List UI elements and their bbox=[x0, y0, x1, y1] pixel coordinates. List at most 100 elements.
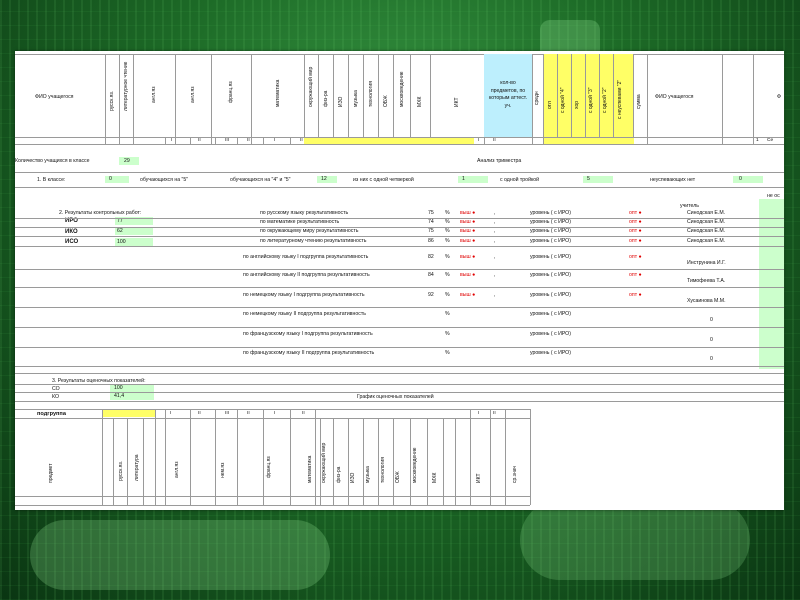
header-subject-label: москвоведение bbox=[398, 71, 405, 107]
header-subject-label: окружающий мир bbox=[308, 66, 314, 107]
grid-line bbox=[190, 137, 191, 144]
grid-line bbox=[15, 218, 784, 219]
podgruppa-label: подгруппа bbox=[37, 411, 66, 417]
bottom-subject-label: технология bbox=[380, 457, 386, 483]
grid-line bbox=[165, 409, 166, 505]
odna3-value: 5 bbox=[587, 176, 590, 182]
result-label: по литературному чтению результативность bbox=[260, 238, 367, 244]
roman-numeral: II bbox=[247, 138, 250, 143]
value-cell: 5 bbox=[583, 176, 613, 183]
grid-line bbox=[15, 409, 530, 410]
grid-line bbox=[105, 54, 106, 144]
header-subject-label: математика bbox=[274, 79, 281, 107]
results-title: 2. Результаты контрольных работ: bbox=[59, 210, 142, 216]
odna3-label: с одной тройкой bbox=[500, 177, 540, 183]
summa-header: сумма bbox=[636, 94, 642, 109]
result-teacher: Хусаинова М.М. bbox=[687, 298, 726, 304]
in-class-label: 1. В классе: bbox=[37, 177, 66, 183]
comma: , bbox=[494, 238, 496, 244]
grid-line bbox=[348, 418, 349, 505]
kolvo-header: кол-во предметов, по которым аттест. уч. bbox=[488, 80, 528, 109]
grid-line bbox=[15, 144, 784, 145]
teacher-label: учитель bbox=[680, 203, 699, 209]
kolvo-value: 29 bbox=[124, 157, 130, 164]
result-label: по английскому языку I подгруппа результ… bbox=[243, 254, 369, 260]
odna4-value: 1 bbox=[462, 176, 465, 182]
fio-header-2: ФИО учащегося bbox=[655, 94, 694, 100]
header-subject-label: ИКТ bbox=[454, 97, 460, 107]
grid-line bbox=[15, 287, 784, 288]
result-label: по окружающему миру результативность bbox=[260, 228, 359, 234]
grid-line bbox=[165, 137, 166, 144]
result-level: уровень ( с ИРО) bbox=[530, 219, 571, 225]
result-teacher: 0 bbox=[710, 317, 713, 323]
result-teacher: 0 bbox=[710, 356, 713, 362]
bottom-subject-label: ИЗО bbox=[350, 472, 356, 483]
grid-line bbox=[490, 409, 491, 505]
bottom-subject-label: окружающий мир bbox=[321, 442, 327, 483]
value-cell: 12 bbox=[317, 176, 337, 183]
header-subject-label: технология bbox=[367, 81, 374, 107]
na5-label: обучающихся на "5" bbox=[140, 177, 189, 183]
roman-numeral: I bbox=[478, 411, 480, 416]
result-label: по русскому языку результативность bbox=[260, 210, 349, 216]
result-label: по немецкому языку I подгруппа результат… bbox=[243, 292, 365, 298]
grid-line bbox=[15, 373, 784, 374]
header-subject-label: литературное чтение bbox=[123, 61, 129, 111]
header-subject-label: ИЗО bbox=[337, 96, 344, 107]
comma: , bbox=[494, 292, 496, 298]
result-level: уровень ( с ИРО) bbox=[530, 238, 571, 244]
bottom-subject-label: ОБЖ bbox=[395, 471, 401, 483]
grid-line bbox=[722, 54, 723, 144]
grid-line bbox=[599, 54, 600, 144]
grid-line bbox=[430, 54, 431, 144]
kolvo-header-cell: кол-во предметов, по которым аттест. уч. bbox=[484, 54, 532, 137]
header-subject-label: физ-ра bbox=[322, 90, 329, 107]
result-high-marker: выш ● bbox=[460, 228, 476, 234]
bottom-subject-label: нем.яз bbox=[220, 462, 226, 478]
chart-title: График оценочных показателей bbox=[357, 394, 434, 400]
hor-header: хор bbox=[574, 100, 580, 109]
grid-line bbox=[15, 227, 784, 228]
header-subject-label: англ.яз bbox=[190, 86, 196, 103]
neusp-value: 0 bbox=[739, 176, 742, 182]
bottom-subject-label: МХК bbox=[432, 472, 438, 483]
result-teacher: Инструнина И.Г. bbox=[687, 260, 726, 266]
grid-line bbox=[633, 54, 634, 144]
roman-numeral: I bbox=[274, 411, 276, 416]
yellow-strip bbox=[304, 138, 474, 144]
grid-line bbox=[15, 246, 784, 247]
spreadsheet-document: ФИО учащегося русск.яз. литературное чтен… bbox=[15, 51, 784, 510]
neusp-label: неуспевающих нет bbox=[650, 177, 696, 183]
grid-line bbox=[15, 187, 784, 188]
grid-line bbox=[333, 418, 334, 505]
result-level: уровень ( с ИРО) bbox=[530, 272, 571, 278]
grid-line bbox=[410, 54, 411, 144]
value-cell: 41,4 bbox=[110, 393, 154, 400]
grid-line bbox=[753, 54, 754, 144]
index-value-cell: 62 bbox=[115, 227, 153, 235]
grid-line bbox=[505, 409, 506, 505]
na45-label: обучающихся на "4" и "5" bbox=[230, 177, 291, 183]
bottom-subject-label: литература bbox=[134, 454, 140, 481]
grid-line bbox=[237, 409, 238, 505]
grid-line bbox=[15, 505, 530, 506]
index-name: ИСО bbox=[65, 239, 79, 245]
grid-line bbox=[315, 409, 316, 505]
result-value: 82 bbox=[428, 254, 434, 260]
result-teacher: Синодская Е.М. bbox=[687, 238, 726, 244]
index-value: 62 bbox=[117, 228, 123, 234]
result-teacher: Синодская Е.М. bbox=[687, 219, 726, 225]
header-subject-label: франц.яз bbox=[228, 81, 234, 103]
result-level: уровень ( с ИРО) bbox=[530, 254, 571, 260]
index-value-cell: 100 bbox=[115, 238, 153, 246]
result-opt-marker: опт ● bbox=[629, 292, 642, 298]
result-percent: % bbox=[445, 228, 450, 234]
result-percent: % bbox=[445, 210, 450, 216]
grid-line bbox=[15, 401, 784, 402]
result-percent: % bbox=[445, 254, 450, 260]
value-cell: 29 bbox=[119, 157, 139, 165]
in-class-value: 0 bbox=[109, 176, 112, 182]
grid-line bbox=[571, 54, 572, 144]
bottom-subject-label: ср.знач bbox=[512, 466, 518, 483]
